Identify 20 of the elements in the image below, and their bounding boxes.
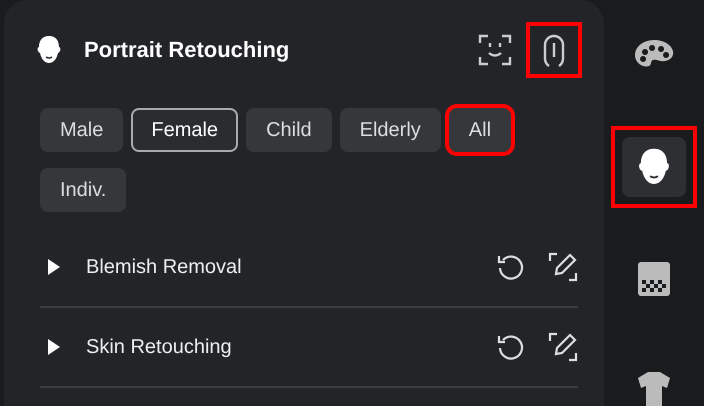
edit-icon[interactable] <box>548 332 578 362</box>
panel-title: Portrait Retouching <box>84 37 290 63</box>
filter-chip[interactable]: All <box>448 108 512 152</box>
face-scan-icon <box>478 34 512 66</box>
section-title[interactable]: Blemish Removal <box>86 256 474 278</box>
section-title[interactable]: Skin Retouching <box>86 336 474 358</box>
shirt-icon <box>637 371 671 406</box>
sidebar-tool-button[interactable] <box>622 137 686 197</box>
filter-chip[interactable]: Female <box>131 108 238 152</box>
filter-chip[interactable]: Indiv. <box>40 168 126 212</box>
head-icon <box>36 35 62 65</box>
touch-icon <box>542 33 566 67</box>
filter-chip[interactable]: Child <box>246 108 332 152</box>
expand-arrow-icon[interactable] <box>46 339 62 355</box>
expand-arrow-icon[interactable] <box>46 259 62 275</box>
gradient-icon <box>637 261 671 297</box>
edit-icon[interactable] <box>548 252 578 282</box>
filter-chip[interactable]: Male <box>40 108 124 152</box>
head-icon <box>637 147 671 187</box>
filter-chip[interactable]: Elderly <box>340 108 441 152</box>
